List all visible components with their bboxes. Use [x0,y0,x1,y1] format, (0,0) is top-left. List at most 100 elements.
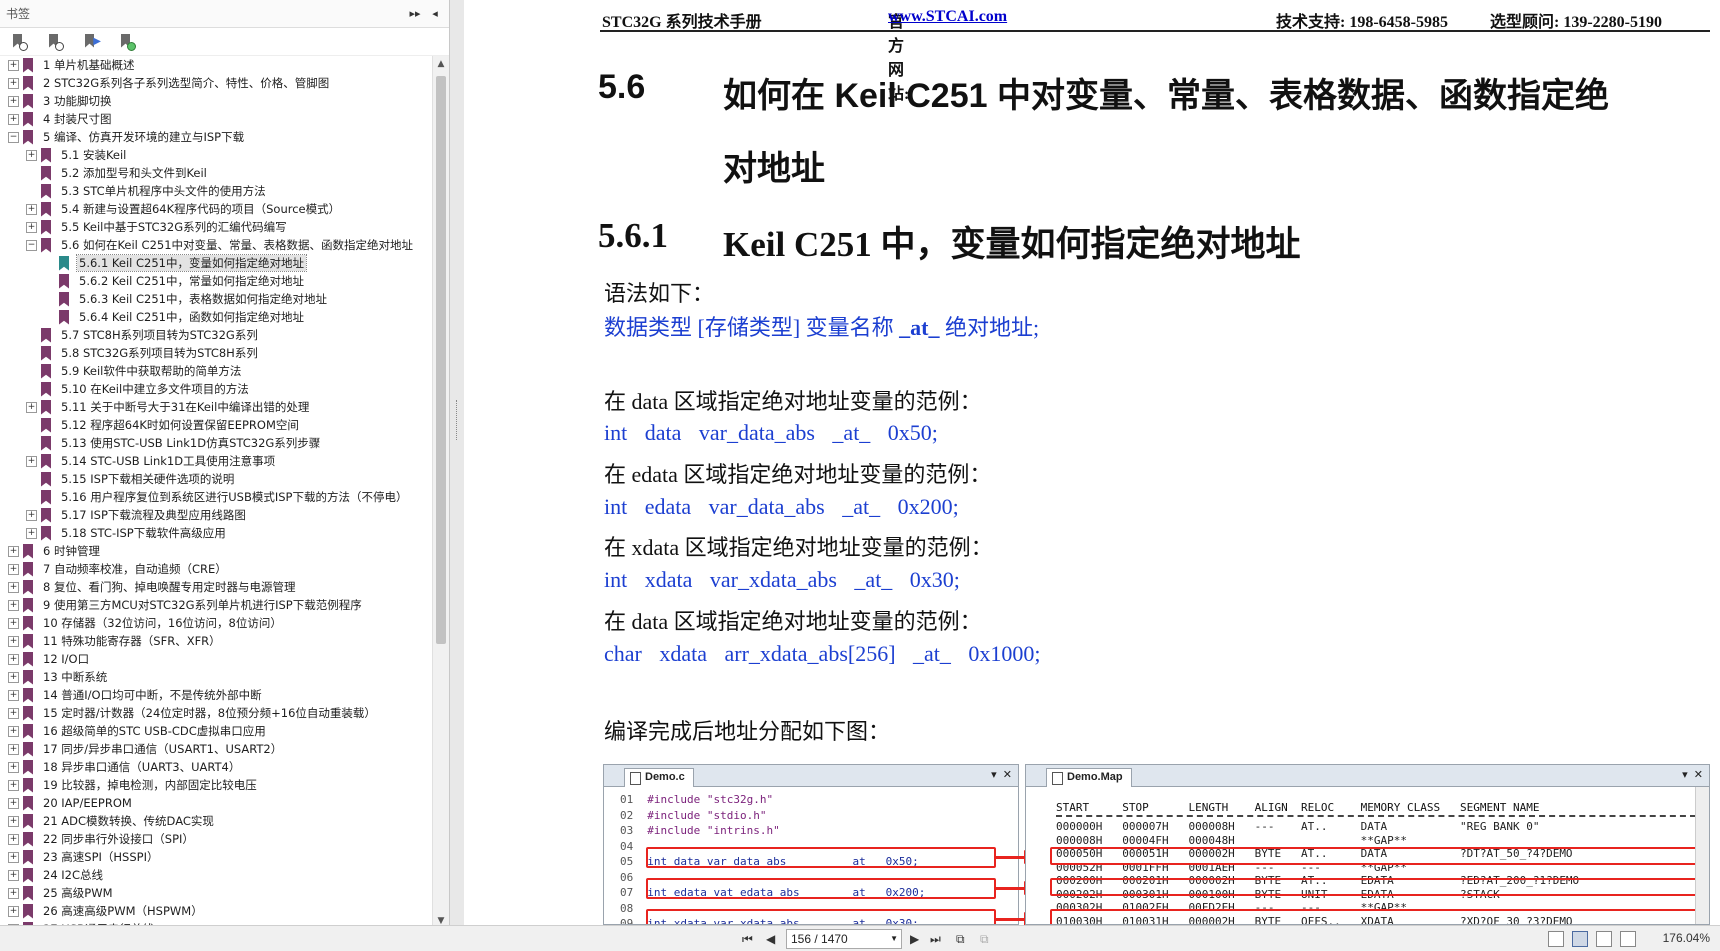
splitter-grip[interactable] [456,400,458,440]
expand-node-icon[interactable]: + [8,635,19,647]
expand-node-icon[interactable]: + [8,545,19,557]
expand-node-icon[interactable]: + [8,779,19,791]
bookmark-item[interactable]: +6 时钟管理 [0,542,432,560]
previous-view-icon[interactable]: ⧉ [956,932,965,947]
previous-page-icon[interactable]: ◀ [766,932,775,946]
bookmark-item[interactable]: +16 超级简单的STC USB-CDC虚拟串口应用 [0,722,432,740]
page-number-field[interactable]: 156 / 1470 ▼ [786,929,902,949]
next-view-icon[interactable]: ⧉ [980,932,989,947]
bookmark-item[interactable]: 5.10 在Keil中建立多文件项目的方法 [0,380,432,398]
single-page-view-icon[interactable] [1548,931,1564,947]
bookmark-item[interactable]: 5.16 用户程序复位到系统区进行USB模式ISP下载的方法（不停电） [0,488,432,506]
bookmark-item[interactable]: 5.8 STC32G系列项目转为STC8H系列 [0,344,432,362]
expand-node-icon[interactable]: + [8,851,19,863]
bookmark-item[interactable]: +13 中断系统 [0,668,432,686]
collapse-node-icon[interactable]: − [8,131,19,143]
expand-node-icon[interactable]: + [26,149,37,161]
bookmark-item[interactable]: +25 高级PWM [0,884,432,902]
scroll-up-icon[interactable]: ▲ [433,56,449,72]
expand-node-icon[interactable]: + [8,815,19,827]
add-bookmark-icon[interactable] [118,33,136,51]
expand-node-icon[interactable]: + [26,527,37,539]
collapse-node-icon[interactable]: − [26,239,37,251]
bookmark-item[interactable]: +19 比较器，掉电检测，内部固定比较电压 [0,776,432,794]
expand-node-icon[interactable]: + [8,887,19,899]
expand-node-icon[interactable]: + [8,743,19,755]
zoom-level[interactable]: 176.04% [1663,931,1710,945]
bookmark-item[interactable]: +4 封装尺寸图 [0,110,432,128]
document-view[interactable]: STC32G 系列技术手册 官方网站: www.STCAI.com 技术支持: … [464,0,1720,925]
pane-splitter[interactable] [450,0,464,951]
collapse-panel-icon[interactable]: ◂ [427,6,443,22]
bookmark-item[interactable]: +11 特殊功能寄存器（SFR、XFR） [0,632,432,650]
bookmark-item[interactable]: − 5.6 如何在Keil C251中对变量、常量、表格数据、函数指定绝对地址 [0,236,432,254]
bookmark-item[interactable]: +24 I2C总线 [0,866,432,884]
bookmark-item[interactable]: 5.6.4 Keil C251中，函数如何指定绝对地址 [0,308,432,326]
website-link[interactable]: www.STCAI.com [888,8,1007,26]
next-page-icon[interactable]: ▶ [910,932,919,946]
expand-node-icon[interactable]: + [8,563,19,575]
expand-node-icon[interactable]: + [8,689,19,701]
collapse-bookmark-icon[interactable] [46,33,64,51]
goto-bookmark-icon[interactable]: ▶ [82,33,101,51]
bookmark-item[interactable]: +10 存储器（32位访问，16位访问，8位访问） [0,614,432,632]
continuous-facing-view-icon[interactable] [1620,931,1636,947]
bookmark-item[interactable]: 5.6.3 Keil C251中，表格数据如何指定绝对地址 [0,290,432,308]
bookmark-item[interactable]: 5.15 ISP下载相关硬件选项的说明 [0,470,432,488]
bookmarks-vertical-scrollbar[interactable]: ▲ ▼ [432,56,449,929]
bookmark-item[interactable]: +18 异步串口通信（UART3、UART4） [0,758,432,776]
page-dropdown-icon[interactable]: ▼ [890,930,898,948]
bookmark-item[interactable]: +21 ADC模数转换、传统DAC实现 [0,812,432,830]
bookmark-item[interactable]: +15 定时器/计数器（24位定时器，8位预分频+16位自动重装载） [0,704,432,722]
bookmark-item[interactable]: +5.11 关于中断号大于31在Keil中编译出错的处理 [0,398,432,416]
bookmark-item[interactable]: +5.5 Keil中基于STC32G系列的汇编代码编写 [0,218,432,236]
expand-node-icon[interactable]: + [26,401,37,413]
bookmark-item[interactable]: 5.7 STC8H系列项目转为STC32G系列 [0,326,432,344]
expand-node-icon[interactable]: + [8,59,19,71]
first-page-icon[interactable]: ⏮ [742,932,753,947]
expand-node-icon[interactable]: + [26,221,37,233]
bookmark-item[interactable]: +1 单片机基础概述 [0,56,432,74]
expand-node-icon[interactable]: + [8,671,19,683]
bookmark-item[interactable]: +22 同步串行外设接口（SPI） [0,830,432,848]
facing-view-icon[interactable] [1596,931,1612,947]
bookmark-item[interactable]: 5.2 添加型号和头文件到Keil [0,164,432,182]
bookmark-item[interactable]: 5.13 使用STC-USB Link1D仿真STC32G系列步骤 [0,434,432,452]
bookmark-item[interactable]: +5.17 ISP下载流程及典型应用线路图 [0,506,432,524]
bookmark-item[interactable]: +5.14 STC-USB Link1D工具使用注意事项 [0,452,432,470]
expand-node-icon[interactable]: + [8,725,19,737]
bookmark-item[interactable]: 5.12 程序超64K时如何设置保留EEPROM空间 [0,416,432,434]
expand-node-icon[interactable]: + [26,509,37,521]
bookmark-item[interactable]: +17 同步/异步串口通信（USART1、USART2） [0,740,432,758]
expand-bookmark-icon[interactable] [10,33,28,51]
bookmark-item[interactable]: 5.9 Keil软件中获取帮助的简单方法 [0,362,432,380]
last-page-icon[interactable]: ⏭ [930,932,941,947]
expand-node-icon[interactable]: + [8,869,19,881]
bookmark-item[interactable]: 5.6.2 Keil C251中，常量如何指定绝对地址 [0,272,432,290]
bookmark-item[interactable]: +5.1 安装Keil [0,146,432,164]
expand-node-icon[interactable]: + [8,599,19,611]
expand-node-icon[interactable]: + [26,203,37,215]
bookmark-item[interactable]: +7 自动频率校准，自动追频（CRE） [0,560,432,578]
bookmark-item[interactable]: +3 功能脚切换 [0,92,432,110]
bookmark-item[interactable]: +9 使用第三方MCU对STC32G系列单片机进行ISP下载范例程序 [0,596,432,614]
bookmark-item[interactable]: 5.3 STC单片机程序中头文件的使用方法 [0,182,432,200]
bookmark-item[interactable]: +12 I/O口 [0,650,432,668]
continuous-view-icon[interactable] [1572,931,1588,947]
expand-node-icon[interactable]: + [8,95,19,107]
expand-node-icon[interactable]: + [8,113,19,125]
bookmark-item[interactable]: +5.4 新建与设置超64K程序代码的项目（Source模式） [0,200,432,218]
bookmark-item[interactable]: +2 STC32G系列各子系列选型简介、特性、价格、管脚图 [0,74,432,92]
bookmark-item[interactable]: +8 复位、看门狗、掉电唤醒专用定时器与电源管理 [0,578,432,596]
expand-node-icon[interactable]: + [26,455,37,467]
expand-node-icon[interactable]: + [8,581,19,593]
expand-node-icon[interactable]: + [8,77,19,89]
bookmark-item[interactable]: − 5 编译、仿真开发环境的建立与ISP下载 [0,128,432,146]
bookmark-item[interactable]: 5.6.1 Keil C251中，变量如何指定绝对地址 [0,254,432,272]
expand-node-icon[interactable]: + [8,617,19,629]
expand-node-icon[interactable]: + [8,653,19,665]
expand-node-icon[interactable]: + [8,905,19,917]
map-scrollbar[interactable] [1695,787,1709,924]
bookmark-item[interactable]: +23 高速SPI（HSSPI） [0,848,432,866]
bookmark-item[interactable]: +5.18 STC-ISP下载软件高级应用 [0,524,432,542]
